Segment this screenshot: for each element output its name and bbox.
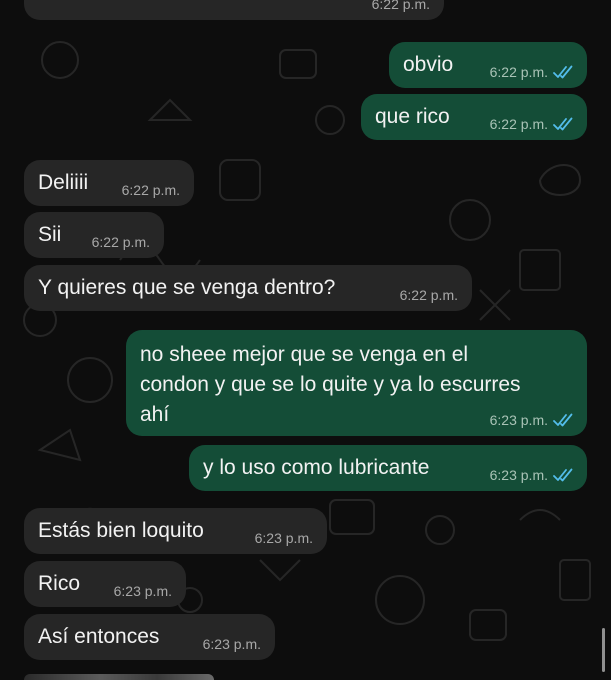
message-meta: 6:23 p.m. xyxy=(255,530,313,546)
message-time: 6:22 p.m. xyxy=(489,64,548,80)
message-meta: 6:22 p.m. xyxy=(92,234,150,250)
message-bubble-outgoing[interactable]: y lo uso como lubricante 6:23 p.m. xyxy=(189,445,587,491)
message-time: 6:22 p.m. xyxy=(399,287,458,303)
message-time: 6:22 p.m. xyxy=(371,0,430,12)
message-text: obvio xyxy=(403,53,454,76)
double-check-icon xyxy=(553,468,573,482)
message-meta: 6:22 p.m. xyxy=(400,287,458,303)
message-text: Sii xyxy=(38,223,62,246)
message-meta: 6:23 p.m. xyxy=(490,412,573,428)
message-meta: 6:23 p.m. xyxy=(114,583,172,599)
message-bubble-incoming[interactable]: Deliiii 6:22 p.m. xyxy=(24,160,194,206)
double-check-icon xyxy=(553,117,573,131)
message-text: Rico xyxy=(38,572,81,595)
message-bubble-incoming[interactable]: Sii 6:22 p.m. xyxy=(24,212,164,258)
message-bubble-incoming[interactable]: Y quieres que se venga dentro? 6:22 p.m. xyxy=(24,265,472,311)
message-bubble-outgoing[interactable]: obvio 6:22 p.m. xyxy=(389,42,587,88)
message-text: Y quieres que se venga dentro? xyxy=(38,276,336,299)
message-meta: 6:23 p.m. xyxy=(490,467,573,483)
message-time: 6:22 p.m. xyxy=(121,182,180,198)
message-time: 6:23 p.m. xyxy=(489,412,548,428)
message-meta: 6:22 p.m. xyxy=(122,182,180,198)
message-bubble-incoming[interactable]: Así entonces 6:23 p.m. xyxy=(24,614,275,660)
message-time: 6:22 p.m. xyxy=(91,234,150,250)
message-text: Estás bien loquito xyxy=(38,519,204,542)
message-meta: 6:22 p.m. xyxy=(372,0,430,12)
scrollbar[interactable] xyxy=(602,628,605,672)
message-time: 6:23 p.m. xyxy=(113,583,172,599)
message-text-line: no sheee mejor que se venga en el xyxy=(140,343,469,366)
message-bubble-incoming[interactable]: Estás bien loquito 6:23 p.m. xyxy=(24,508,327,554)
message-text: que rico xyxy=(375,105,450,128)
message-bubble-incoming[interactable]: Rico 6:23 p.m. xyxy=(24,561,186,607)
media-message-preview[interactable] xyxy=(24,674,214,680)
message-text: y lo uso como lubricante xyxy=(203,456,430,479)
message-time: 6:23 p.m. xyxy=(202,636,261,652)
message-bubble-outgoing[interactable]: que rico 6:22 p.m. xyxy=(361,94,587,140)
message-text: Deliiii xyxy=(38,171,89,194)
message-bubble-outgoing[interactable]: no sheee mejor que se venga en el condon… xyxy=(126,330,587,436)
message-meta: 6:22 p.m. xyxy=(490,116,573,132)
message-time: 6:22 p.m. xyxy=(489,116,548,132)
message-time: 6:23 p.m. xyxy=(254,530,313,546)
message-meta: 6:23 p.m. xyxy=(203,636,261,652)
double-check-icon xyxy=(553,65,573,79)
message-text: Así entonces xyxy=(38,625,160,648)
message-time: 6:23 p.m. xyxy=(489,467,548,483)
message-meta: 6:22 p.m. xyxy=(490,64,573,80)
message-text-line: condon y que se lo quite y ya lo escurre… xyxy=(140,373,521,396)
double-check-icon xyxy=(553,413,573,427)
chat-view: 6:22 p.m. obvio 6:22 p.m. que rico 6:22 … xyxy=(0,0,611,680)
message-bubble-incoming[interactable]: 6:22 p.m. xyxy=(24,0,444,20)
